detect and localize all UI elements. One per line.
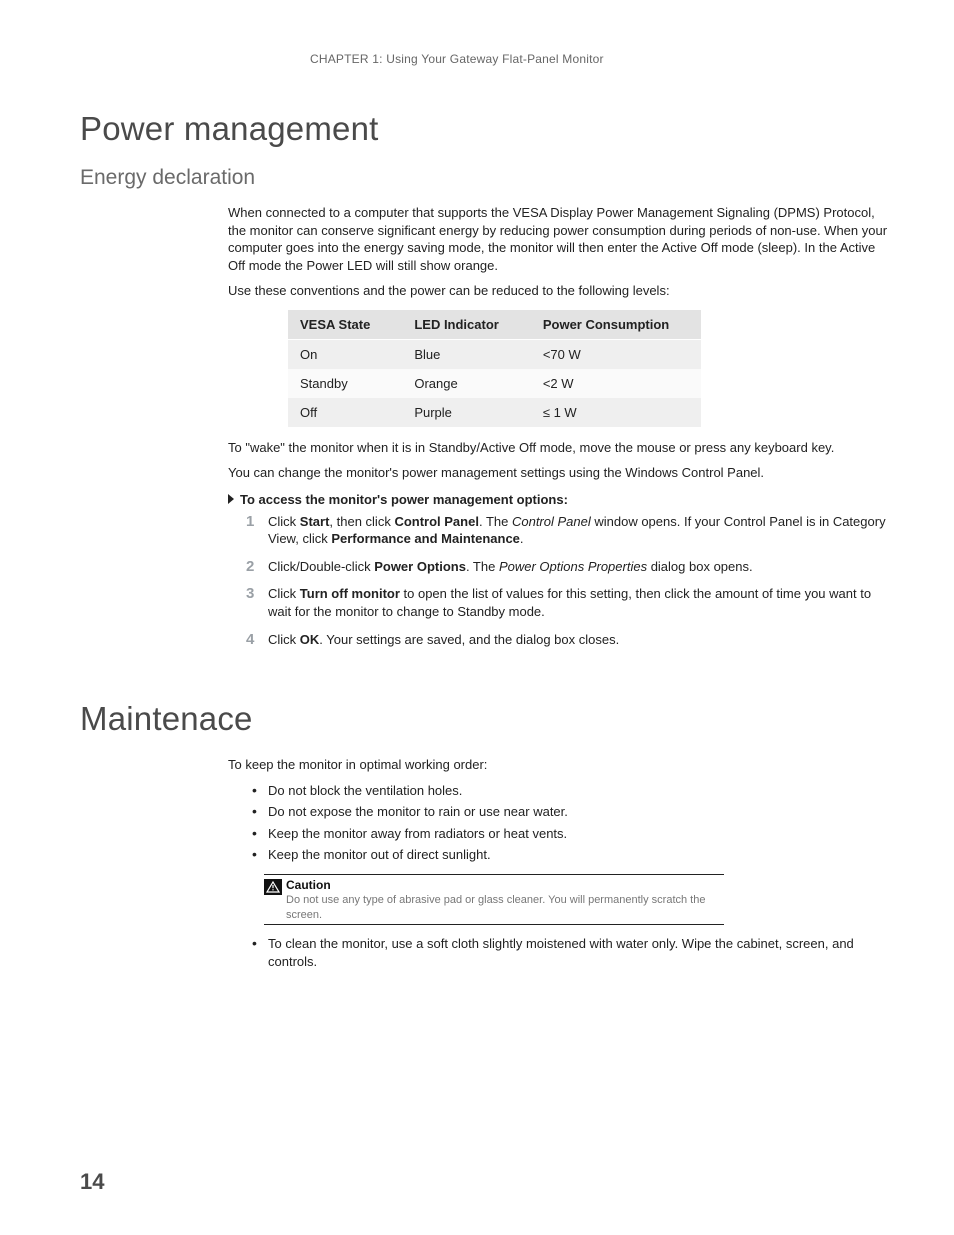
table-cell: On bbox=[288, 339, 402, 369]
bold: OK bbox=[300, 632, 320, 647]
list-item: 4 Click OK. Your settings are saved, and… bbox=[246, 631, 894, 659]
table-cell: Purple bbox=[402, 398, 531, 427]
paragraph: You can change the monitor's power manag… bbox=[228, 464, 894, 482]
text: dialog box opens. bbox=[647, 559, 753, 574]
step-number: 4 bbox=[246, 630, 254, 650]
bold: Performance and Maintenance bbox=[331, 531, 520, 546]
table-header: Power Consumption bbox=[531, 310, 701, 340]
text: Click bbox=[268, 632, 300, 647]
arrow-right-icon bbox=[228, 494, 234, 504]
text: Click bbox=[268, 514, 300, 529]
table-cell: Standby bbox=[288, 369, 402, 398]
table-row: Standby Orange <2 W bbox=[288, 369, 701, 398]
paragraph: To "wake" the monitor when it is in Stan… bbox=[228, 439, 894, 457]
paragraph: Use these conventions and the power can … bbox=[228, 282, 894, 300]
caution-text: Do not use any type of abrasive pad or g… bbox=[286, 894, 705, 920]
paragraph: To keep the monitor in optimal working o… bbox=[228, 756, 894, 774]
maintenance-body: To keep the monitor in optimal working o… bbox=[228, 756, 894, 974]
table-cell: Orange bbox=[402, 369, 531, 398]
table-header: LED Indicator bbox=[402, 310, 531, 340]
energy-declaration-body: When connected to a computer that suppor… bbox=[228, 204, 894, 658]
text: . The bbox=[479, 514, 512, 529]
heading-maintenance: Maintenace bbox=[80, 700, 894, 738]
step-number: 2 bbox=[246, 557, 254, 577]
running-head: CHAPTER 1: Using Your Gateway Flat-Panel… bbox=[310, 52, 894, 66]
page-number: 14 bbox=[80, 1169, 104, 1195]
warning-icon bbox=[264, 879, 282, 895]
list-item: 1 Click Start, then click Control Panel.… bbox=[246, 513, 894, 558]
procedure-heading-text: To access the monitor's power management… bbox=[240, 492, 568, 507]
table-cell: Blue bbox=[402, 339, 531, 369]
table-cell: <2 W bbox=[531, 369, 701, 398]
table-cell: Off bbox=[288, 398, 402, 427]
heading-energy-declaration: Energy declaration bbox=[80, 166, 894, 190]
italic: Power Options Properties bbox=[499, 559, 647, 574]
text: Click/Double-click bbox=[268, 559, 374, 574]
step-number: 1 bbox=[246, 512, 254, 532]
italic: Control Panel bbox=[512, 514, 591, 529]
text: Click bbox=[268, 586, 300, 601]
list-item: Keep the monitor out of direct sunlight. bbox=[250, 846, 894, 868]
text: , then click bbox=[329, 514, 394, 529]
paragraph: When connected to a computer that suppor… bbox=[228, 204, 894, 274]
caution-label: Caution bbox=[286, 878, 331, 892]
bold: Control Panel bbox=[394, 514, 479, 529]
table-header: VESA State bbox=[288, 310, 402, 340]
list-item: Keep the monitor away from radiators or … bbox=[250, 825, 894, 847]
list-item: 3 Click Turn off monitor to open the lis… bbox=[246, 585, 894, 630]
procedure-heading: To access the monitor's power management… bbox=[228, 492, 894, 507]
table-row: Off Purple ≤ 1 W bbox=[288, 398, 701, 427]
table-cell: <70 W bbox=[531, 339, 701, 369]
list-item: Do not expose the monitor to rain or use… bbox=[250, 803, 894, 825]
table-row: On Blue <70 W bbox=[288, 339, 701, 369]
bold: Start bbox=[300, 514, 330, 529]
text: . Your settings are saved, and the dialo… bbox=[319, 632, 619, 647]
maintenance-list-2: To clean the monitor, use a soft cloth s… bbox=[250, 935, 894, 974]
text: . The bbox=[466, 559, 499, 574]
step-number: 3 bbox=[246, 584, 254, 604]
heading-power-management: Power management bbox=[80, 110, 894, 148]
text: . bbox=[520, 531, 524, 546]
bold: Power Options bbox=[374, 559, 466, 574]
list-item: Do not block the ventilation holes. bbox=[250, 782, 894, 804]
power-levels-table: VESA State LED Indicator Power Consumpti… bbox=[288, 310, 701, 427]
manual-page: CHAPTER 1: Using Your Gateway Flat-Panel… bbox=[0, 0, 954, 1235]
procedure-steps: 1 Click Start, then click Control Panel.… bbox=[246, 513, 894, 658]
bold: Turn off monitor bbox=[300, 586, 400, 601]
caution-box: Caution Do not use any type of abrasive … bbox=[264, 874, 724, 925]
maintenance-list-1: Do not block the ventilation holes. Do n… bbox=[250, 782, 894, 868]
list-item: 2 Click/Double-click Power Options. The … bbox=[246, 558, 894, 586]
list-item: To clean the monitor, use a soft cloth s… bbox=[250, 935, 894, 974]
table-cell: ≤ 1 W bbox=[531, 398, 701, 427]
